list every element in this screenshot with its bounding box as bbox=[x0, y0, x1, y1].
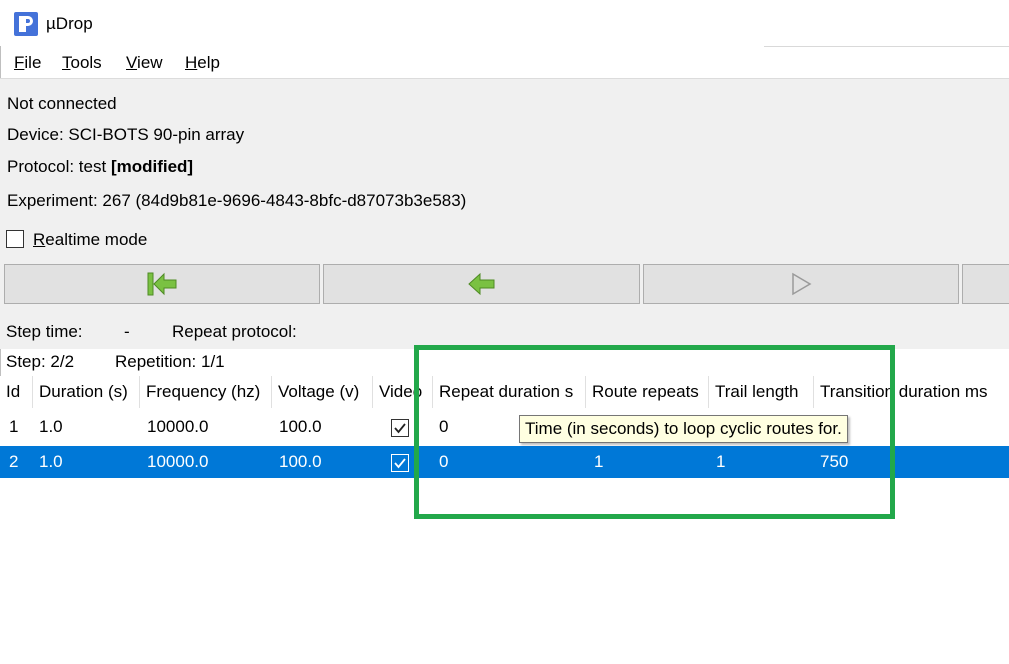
cell-frequency[interactable]: 10000.0 bbox=[147, 411, 208, 443]
video-checkbox[interactable] bbox=[391, 419, 409, 437]
column-header-id[interactable]: Id bbox=[0, 376, 33, 408]
first-step-icon bbox=[147, 272, 177, 296]
previous-step-button[interactable] bbox=[323, 264, 640, 304]
column-header-frequency[interactable]: Frequency (hz) bbox=[140, 376, 272, 408]
checkmark-icon bbox=[394, 423, 406, 434]
cell-voltage[interactable]: 100.0 bbox=[279, 411, 322, 443]
window-title: µDrop bbox=[46, 14, 93, 33]
step-time-label: Step time: bbox=[6, 322, 83, 341]
menu-bar: File Tools View Help bbox=[0, 48, 1009, 76]
cell-id[interactable]: 1 bbox=[9, 411, 18, 443]
cell-frequency[interactable]: 10000.0 bbox=[147, 446, 208, 478]
experiment-label: Experiment: 267 (84d9b81e-9696-4843-8bfc… bbox=[7, 191, 467, 210]
video-checkbox[interactable] bbox=[391, 454, 409, 472]
play-icon bbox=[792, 272, 812, 296]
status-panel: Not connected Device: SCI-BOTS 90-pin ar… bbox=[0, 78, 1009, 349]
play-button[interactable] bbox=[643, 264, 959, 304]
cell-id[interactable]: 2 bbox=[9, 446, 18, 478]
cell-duration[interactable]: 1.0 bbox=[39, 411, 63, 443]
column-header-voltage[interactable]: Voltage (v) bbox=[272, 376, 373, 408]
title-bar: µDrop bbox=[0, 0, 1009, 46]
next-step-button[interactable] bbox=[962, 264, 1009, 304]
step-time-value: - bbox=[124, 322, 130, 341]
realtime-mode-label[interactable]: Realtime mode bbox=[33, 230, 147, 250]
highlight-box bbox=[414, 345, 895, 519]
app-logo-icon bbox=[14, 12, 38, 36]
cell-duration[interactable]: 1.0 bbox=[39, 446, 63, 478]
menu-tools[interactable]: Tools bbox=[62, 53, 102, 73]
menu-file[interactable]: File bbox=[14, 53, 41, 73]
menu-view[interactable]: View bbox=[126, 53, 163, 73]
first-step-button[interactable] bbox=[4, 264, 320, 304]
repetition-counter: Repetition: 1/1 bbox=[115, 352, 225, 371]
cell-voltage[interactable]: 100.0 bbox=[279, 446, 322, 478]
device-label: Device: SCI-BOTS 90-pin array bbox=[7, 125, 245, 144]
column-header-duration[interactable]: Duration (s) bbox=[33, 376, 140, 408]
previous-step-icon bbox=[467, 272, 494, 296]
checkmark-icon bbox=[394, 458, 406, 469]
connection-status: Not connected bbox=[7, 94, 117, 113]
step-counter: Step: 2/2 bbox=[6, 352, 75, 371]
menu-help[interactable]: Help bbox=[185, 53, 220, 73]
protocol-modified-flag: [modified] bbox=[110, 157, 194, 176]
realtime-mode-checkbox[interactable] bbox=[6, 230, 24, 248]
repeat-protocol-label: Repeat protocol: bbox=[172, 322, 297, 341]
title-divider bbox=[764, 46, 1009, 47]
protocol-label: Protocol: test [modified] bbox=[7, 157, 194, 176]
